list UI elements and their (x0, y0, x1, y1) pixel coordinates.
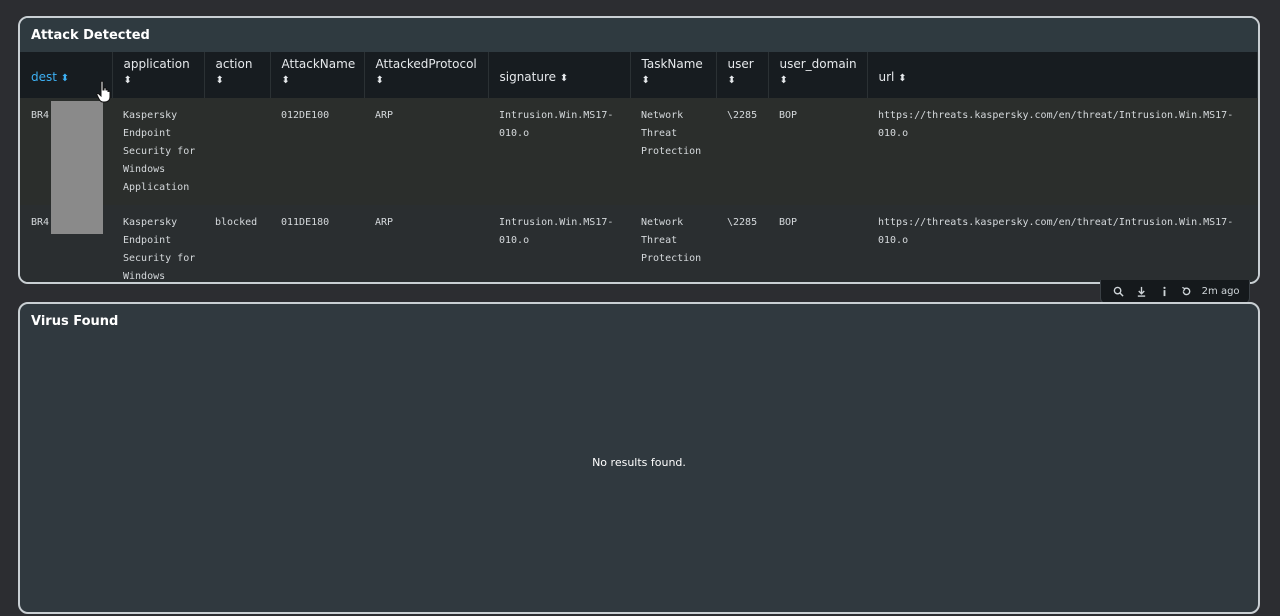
cell-application[interactable]: Kaspersky Endpoint Security for Windows … (112, 98, 204, 205)
cell-application[interactable]: Kaspersky Endpoint Security for Windows (112, 205, 204, 282)
attack-detected-panel: Attack Detected dest ⬍ application ⬍ act… (18, 16, 1260, 284)
no-results-message: No results found. (592, 456, 686, 469)
sort-icon: ⬍ (215, 75, 224, 86)
attack-results-table: dest ⬍ application ⬍ action ⬍ AttackName… (20, 52, 1258, 282)
table-row: BR4 Kaspersky Endpoint Security for Wind… (20, 98, 1258, 205)
sort-icon: ⬍ (123, 75, 132, 86)
cell-attackname[interactable]: 011DE180 (270, 205, 364, 282)
attack-detected-title: Attack Detected (20, 18, 1258, 52)
cell-user-domain[interactable]: BOP (768, 205, 867, 282)
cell-url[interactable]: https://threats.kaspersky.com/en/threat/… (867, 205, 1258, 282)
sort-icon: ⬍ (281, 75, 290, 86)
sort-icon: ⬍ (727, 75, 736, 86)
sort-icon: ⬍ (60, 73, 70, 84)
sort-icon: ⬍ (559, 73, 569, 84)
cell-signature[interactable]: Intrusion.Win.MS17-010.o (488, 205, 630, 282)
cell-user-domain[interactable]: BOP (768, 98, 867, 205)
download-icon[interactable] (1133, 284, 1149, 300)
cell-taskname[interactable]: Network Threat Protection (630, 98, 716, 205)
results-toolbar: 2m ago (1100, 280, 1250, 304)
cell-url[interactable]: https://threats.kaspersky.com/en/threat/… (867, 98, 1258, 205)
sort-icon: ⬍ (779, 75, 788, 86)
sort-icon: ⬍ (375, 75, 384, 86)
redaction-block (51, 101, 103, 234)
sort-icon: ⬍ (898, 73, 907, 84)
sort-icon: ⬍ (641, 75, 650, 86)
column-header-action[interactable]: action ⬍ (204, 52, 271, 98)
cell-action[interactable] (204, 98, 270, 205)
column-header-signature[interactable]: signature ⬍ (488, 52, 631, 98)
cell-attackname[interactable]: 012DE100 (270, 98, 364, 205)
last-updated-label: 2m ago (1201, 286, 1240, 297)
column-header-application[interactable]: application ⬍ (112, 52, 205, 98)
table-row: BR4 Kaspersky Endpoint Security for Wind… (20, 205, 1258, 282)
column-header-url[interactable]: url ⬍ (867, 52, 1258, 98)
refresh-icon[interactable] (1179, 284, 1195, 300)
virus-found-title: Virus Found (31, 314, 119, 329)
column-header-user-domain[interactable]: user_domain ⬍ (768, 52, 868, 98)
cell-taskname[interactable]: Network Threat Protection (630, 205, 716, 282)
cell-attackedprotocol[interactable]: ARP (364, 205, 488, 282)
cell-attackedprotocol[interactable]: ARP (364, 98, 488, 205)
column-header-taskname[interactable]: TaskName ⬍ (630, 52, 717, 98)
column-header-attackname[interactable]: AttackName ⬍ (270, 52, 365, 98)
column-header-user[interactable]: user ⬍ (716, 52, 769, 98)
cell-signature[interactable]: Intrusion.Win.MS17-010.o (488, 98, 630, 205)
cell-user[interactable]: \2285 (716, 98, 768, 205)
virus-found-panel: Virus Found No results found. (18, 302, 1260, 614)
cell-user[interactable]: \2285 (716, 205, 768, 282)
hand-cursor-icon (96, 80, 112, 104)
search-icon[interactable] (1110, 284, 1126, 300)
cell-action[interactable]: blocked (204, 205, 270, 282)
info-icon[interactable] (1156, 284, 1172, 300)
column-header-attackedprotocol[interactable]: AttackedProtocol ⬍ (364, 52, 489, 98)
